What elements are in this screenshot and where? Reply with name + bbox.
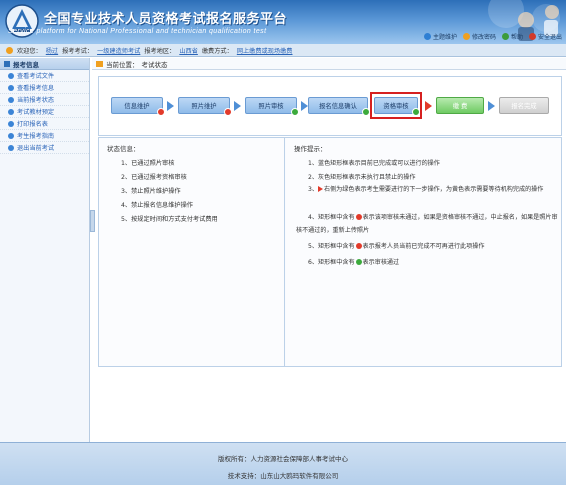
failed-icon — [157, 108, 165, 116]
bullet-icon — [8, 144, 14, 151]
welcome-label: 欢迎您： — [17, 47, 42, 55]
tip-line: 2、灰色矩形框表示未执行且禁止的操作 — [308, 174, 416, 181]
process-flow: 信息维护 照片维护 照片审核 报名信息确认 资格审核 缴 费 报名完成 — [98, 76, 562, 136]
exam-value[interactable]: 一级建造师考试 — [97, 46, 140, 55]
step-payment[interactable]: 缴 费 — [436, 97, 484, 114]
tip-line: 1、蓝色矩形框表示目前已完成或可以进行的操作 — [308, 160, 440, 167]
home-icon — [96, 60, 103, 67]
sidebar-item-textbook-order[interactable]: 考试教材预定 — [0, 106, 89, 118]
step-photo-maintenance[interactable]: 照片维护 — [178, 97, 232, 116]
breadcrumb: 当前位置： 考试状态 — [92, 58, 566, 70]
failed-icon — [355, 214, 362, 220]
tips-section: 操作提示： 1、蓝色矩形框表示目前已完成或可以进行的操作 2、灰色矩形框表示未执… — [286, 138, 561, 366]
help-link[interactable]: 帮助 — [501, 32, 523, 41]
tip-line: 4、矩形框中含有 表示该项审核未通过，如果是资格审核不通过，中止报名，如果是照片审… — [296, 214, 558, 234]
status-line: 3、禁止照片维护操作 — [121, 188, 181, 195]
sidebar-item-current-status[interactable]: 当前报考状态 — [0, 94, 89, 106]
bullet-icon — [8, 120, 14, 127]
sidebar-item-guide[interactable]: 考生报考指南 — [0, 130, 89, 142]
sidebar-header[interactable]: 报考信息 — [0, 58, 89, 70]
site-header: 全国专业技术人员资格考试报名服务平台 Service platform for … — [0, 0, 566, 44]
user-info-bar: 欢迎您： 杨过 报考考试： 一级建造师考试 报考地区： 山西省 缴费方式： 网上… — [0, 44, 566, 57]
info-panel: 状态信息： 1、已通过照片审核 2、已通过报考资格审核 3、禁止照片维护操作 4… — [98, 137, 562, 367]
arrow-icon — [167, 101, 174, 111]
arrow-icon — [488, 101, 495, 111]
logout-icon — [528, 33, 536, 40]
sidebar-title: 报考信息 — [13, 60, 39, 69]
bullet-icon — [8, 96, 14, 103]
status-section: 状态信息： 1、已通过照片审核 2、已通过报考资格审核 3、禁止照片维护操作 4… — [99, 138, 285, 366]
site-footer: 版权所有：人力资源社会保障部人事考试中心 技术支持：山东山大鸥玛软件有限公司 — [0, 442, 566, 485]
bullet-icon — [8, 108, 14, 115]
password-icon — [462, 33, 470, 40]
passed-icon — [355, 259, 362, 265]
header-links: 主题维护 修改密码 帮助 安全退出 — [423, 32, 562, 41]
main-content: 当前位置： 考试状态 信息维护 照片维护 照片审核 报名信息确认 资格审核 缴 … — [92, 58, 566, 442]
step-application-complete: 报名完成 — [499, 97, 549, 114]
arrow-icon — [234, 101, 241, 111]
tip-line: 3、 右侧为绿色表示考生需要进行的下一步操作，为黄色表示需要等待机构完成的操作 — [308, 186, 544, 193]
theme-icon — [423, 33, 431, 40]
bullet-icon — [8, 84, 14, 91]
logout-link[interactable]: 安全退出 — [528, 32, 562, 41]
sidebar-item-application-info[interactable]: 查看报考信息 — [0, 82, 89, 94]
sidebar: 报考信息 查看考试文件 查看报考信息 当前报考状态 考试教材预定 打印报名表 考… — [0, 58, 90, 442]
passed-icon — [412, 108, 420, 116]
passed-icon — [291, 108, 299, 116]
payment-label: 缴费方式： — [201, 47, 233, 55]
sidebar-item-exit-exam[interactable]: 退出当前考试 — [0, 142, 89, 154]
bullet-icon — [8, 132, 14, 139]
completed-icon — [355, 243, 362, 249]
bullet-icon — [8, 72, 14, 79]
sidebar-item-print-form[interactable]: 打印报名表 — [0, 118, 89, 130]
sidebar-item-exam-files[interactable]: 查看考试文件 — [0, 70, 89, 82]
user-icon — [6, 46, 13, 54]
help-icon — [501, 33, 509, 40]
site-subtitle: Service platform for National Profession… — [8, 28, 267, 35]
passed-icon — [362, 108, 370, 116]
next-step-arrow-icon — [317, 186, 323, 192]
arrow-icon — [301, 101, 308, 111]
menu-icon — [4, 60, 10, 67]
location-value: 考试状态 — [141, 60, 168, 69]
theme-link[interactable]: 主题维护 — [423, 32, 457, 41]
location-label: 当前位置： — [106, 60, 139, 69]
tips-title: 操作提示： — [294, 145, 327, 153]
tip-line: 6、矩形框中含有 表示审核通过 — [308, 259, 400, 266]
change-password-link[interactable]: 修改密码 — [462, 32, 496, 41]
status-line: 2、已通过报考资格审核 — [121, 174, 187, 181]
step-photo-review[interactable]: 照片审核 — [245, 97, 299, 116]
region-label: 报考地区： — [144, 47, 176, 55]
exam-label: 报考考试： — [62, 47, 94, 55]
username[interactable]: 杨过 — [46, 46, 58, 55]
region-value[interactable]: 山西省 — [179, 46, 198, 55]
status-line: 1、已通过照片审核 — [121, 160, 175, 167]
status-title: 状态信息： — [107, 145, 140, 153]
payment-value[interactable]: 网上缴费或现场缴费 — [237, 46, 293, 55]
step-qualification-review[interactable]: 资格审核 — [374, 97, 420, 116]
failed-icon — [224, 108, 232, 116]
status-line: 5、按规定时间和方式支付考试费用 — [121, 216, 218, 223]
site-title: 全国专业技术人员资格考试报名服务平台 — [44, 12, 288, 27]
tip-line: 5、矩形框中含有 表示报考人员当前已完成不可再进行此项操作 — [308, 243, 485, 250]
support-line: 技术支持：山东山大鸥玛软件有限公司 — [227, 472, 339, 480]
next-step-arrow-icon — [425, 101, 432, 111]
copyright-line: 版权所有：人力资源社会保障部人事考试中心 — [218, 455, 348, 463]
step-info-maintenance[interactable]: 信息维护 — [111, 97, 165, 116]
step-info-confirmation[interactable]: 报名信息确认 — [308, 97, 370, 116]
status-line: 4、禁止报名信息维护操作 — [121, 202, 193, 209]
